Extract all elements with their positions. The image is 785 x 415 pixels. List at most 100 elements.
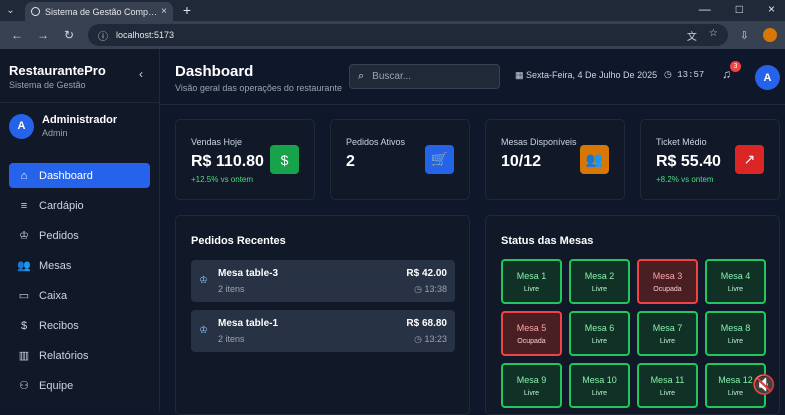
brand-name: RestaurantePro	[9, 63, 150, 78]
bar-chart-icon: ▥	[17, 349, 31, 362]
stat-value: 10/12	[501, 153, 541, 171]
calendar-icon: ▦	[515, 70, 526, 80]
search-box[interactable]: ⌕	[349, 64, 500, 89]
site-info-icon[interactable]: ⓘ	[98, 28, 108, 43]
sidebar-item-equipe[interactable]: ⚇Equipe	[9, 373, 150, 398]
page-header: Dashboard Visão geral das operações do r…	[160, 49, 785, 105]
table-card-4[interactable]: Mesa 4Livre	[705, 259, 766, 304]
stat-label: Ticket Médio	[656, 137, 707, 147]
table-status: Livre	[592, 338, 607, 345]
table-name: Mesa 11	[651, 375, 685, 385]
sidebar-nav: ⌂Dashboard ≡Cardápio ♔ Pedidos 👥Mesas ▭Ca…	[0, 163, 159, 398]
notification-bell-icon[interactable]: ♫	[722, 67, 731, 81]
time-display: ◷ 13:57	[664, 70, 704, 80]
table-card-10[interactable]: Mesa 10Livre	[569, 363, 630, 408]
chef-hat-icon: ♔	[199, 325, 208, 336]
table-card-6[interactable]: Mesa 6 Livre	[569, 311, 630, 356]
stat-card-sales-today: Vendas Hoje R$ 110.80 +12.5% vs ontem $	[175, 119, 315, 200]
brand-subtitle: Sistema de Gestão	[9, 80, 150, 90]
download-icon[interactable]: ⇩	[740, 29, 749, 42]
table-status: Livre	[728, 338, 743, 345]
order-time-text: 13:23	[424, 334, 447, 344]
table-name: Mesa 3	[653, 271, 683, 281]
table-status: Livre	[728, 286, 743, 293]
globe-icon	[31, 7, 40, 16]
stat-change: +12.5% vs ontem	[191, 175, 253, 184]
team-icon: ⚇	[17, 379, 31, 392]
stat-card-active-orders: Pedidos Ativos 2 🛒	[330, 119, 470, 200]
back-icon[interactable]: ←	[8, 28, 26, 42]
notification-count-badge: 3	[730, 61, 741, 72]
users-icon: 👥	[580, 145, 609, 174]
table-card-5[interactable]: Mesa 5Ocupada	[501, 311, 562, 356]
page-title: Dashboard	[175, 63, 253, 80]
table-status: Livre	[728, 390, 743, 397]
order-items: 2 itens	[218, 334, 245, 344]
sidebar-item-caixa[interactable]: ▭Caixa	[9, 283, 150, 308]
sidebar-item-dashboard[interactable]: ⌂Dashboard	[9, 163, 150, 188]
forward-icon[interactable]: →	[34, 28, 52, 42]
browser-tab[interactable]: Sistema de Gestão Completo p ×	[25, 2, 173, 21]
table-name: Mesa 6	[585, 323, 615, 333]
user-profile: A Administrador Admin	[0, 103, 159, 149]
mute-icon[interactable]: 🔇	[752, 373, 776, 397]
table-card-11[interactable]: Mesa 11Livre	[637, 363, 698, 408]
translate-icon[interactable]: 文	[687, 28, 697, 43]
search-input[interactable]	[372, 71, 472, 82]
table-status: Ocupada	[653, 286, 681, 293]
sidebar-item-relatorios[interactable]: ▥ Relatórios	[9, 343, 150, 368]
browser-profile-icon[interactable]	[763, 28, 777, 42]
sidebar-item-cardapio[interactable]: ≡Cardápio	[9, 193, 150, 218]
tab-title: Sistema de Gestão Completo p	[45, 7, 157, 17]
user-name: Administrador	[42, 114, 117, 126]
table-name: Mesa 12	[718, 375, 753, 385]
sidebar-item-label: Pedidos	[39, 230, 79, 242]
order-row[interactable]: ♔ Mesa table-1 2 itens R$ 68.80 ◷ 13:23	[191, 310, 455, 352]
table-card-2[interactable]: Mesa 2Livre	[569, 259, 630, 304]
sidebar-item-label: Relatórios	[39, 350, 89, 362]
table-status-panel: Status das Mesas Mesa 1Livre Mesa 2Livre…	[485, 215, 780, 415]
maximize-icon[interactable]: □	[736, 2, 743, 16]
table-card-9[interactable]: Mesa 9Livre	[501, 363, 562, 408]
address-bar[interactable]: ⓘ localhost:5173 文 ☆	[88, 24, 728, 46]
recent-orders-title: Pedidos Recentes	[191, 235, 286, 247]
table-status-title: Status das Mesas	[501, 235, 593, 247]
header-avatar[interactable]: A	[755, 65, 780, 90]
clock-icon: ◷	[414, 284, 424, 294]
main-content: Dashboard Visão geral das operações do r…	[160, 49, 785, 411]
table-card-7[interactable]: Mesa 7Livre	[637, 311, 698, 356]
close-window-icon[interactable]: ×	[768, 2, 775, 16]
date-text: Sexta-Feira, 4 De Julho De 2025	[526, 70, 657, 80]
order-row[interactable]: ♔ Mesa table-3 2 itens R$ 42.00 ◷ 13:38	[191, 260, 455, 302]
sidebar-item-pedidos[interactable]: ♔ Pedidos	[9, 223, 150, 248]
sidebar-item-label: Mesas	[39, 260, 71, 272]
stat-value: 2	[346, 153, 355, 171]
search-icon: ⌕	[358, 70, 364, 83]
receipt-icon: $	[17, 320, 31, 332]
order-price: R$ 68.80	[406, 318, 447, 329]
reload-icon[interactable]: ↻	[60, 28, 78, 42]
app-container: RestaurantePro Sistema de Gestão ‹ A Adm…	[0, 49, 785, 411]
url-text: localhost:5173	[116, 30, 174, 40]
order-time: ◷ 13:23	[414, 334, 447, 345]
chef-hat-icon: ♔	[17, 229, 31, 242]
collapse-sidebar-icon[interactable]: ‹	[139, 67, 143, 81]
sidebar-item-mesas[interactable]: 👥Mesas	[9, 253, 150, 278]
minimize-icon[interactable]: —	[699, 2, 711, 16]
tab-menu-icon[interactable]: ⌄	[0, 0, 21, 21]
new-tab-icon[interactable]: +	[178, 1, 196, 19]
sidebar-item-recibos[interactable]: $Recibos	[9, 313, 150, 338]
table-name: Mesa 8	[721, 323, 751, 333]
list-icon: ≡	[17, 200, 31, 212]
order-time-text: 13:38	[424, 284, 447, 294]
window-controls: — □ ×	[699, 2, 775, 16]
table-card-8[interactable]: Mesa 8 Livre	[705, 311, 766, 356]
close-tab-icon[interactable]: ×	[161, 6, 167, 17]
clock-icon: ◷	[664, 70, 677, 80]
table-card-3[interactable]: Mesa 3 Ocupada	[637, 259, 698, 304]
bookmark-star-icon[interactable]: ☆	[709, 28, 718, 43]
stat-label: Mesas Disponíveis	[501, 137, 577, 147]
table-card-1[interactable]: Mesa 1Livre	[501, 259, 562, 304]
trending-up-icon: ↗	[735, 145, 764, 174]
order-time: ◷ 13:38	[414, 284, 447, 295]
